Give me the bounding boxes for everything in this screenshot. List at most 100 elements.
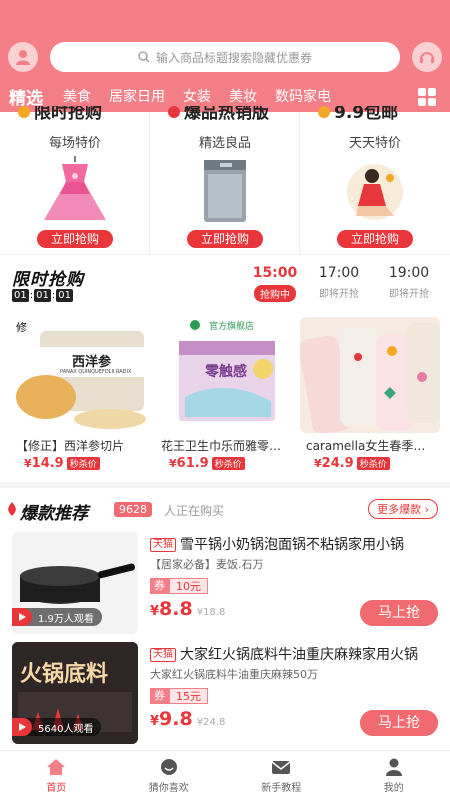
flash-product[interactable]: 修 西洋参 PANAX QUINQUEFOLII RADIX 【修正】西洋参切片… <box>10 317 150 471</box>
flash-price-badge: 秒杀价 <box>211 457 245 470</box>
currency: ¥ <box>24 457 32 470</box>
promo-title: 爆品热销版 <box>184 106 269 120</box>
product-price: 14.9 <box>31 456 64 471</box>
countdown-seconds: 01 <box>56 289 73 302</box>
product-price: 61.9 <box>176 456 209 471</box>
user-icon <box>16 50 30 65</box>
watch-count-badge: 1.9万人观看 <box>12 608 102 626</box>
coin-icon <box>318 106 330 118</box>
tab-guess-like[interactable]: 猜你喜欢 <box>113 751 226 800</box>
buyer-count-badge: 9628 <box>114 502 152 517</box>
slot-state: 抢购中 <box>254 285 296 302</box>
hot-title: 爆款推荐 <box>20 504 88 524</box>
fire-icon <box>168 106 180 118</box>
promo-section: 限时抢购 每场特价 立即抢购 爆品热销版 精选良品 立即抢购 9.9包邮 天天特… <box>0 106 450 254</box>
product-desc: 【居家必备】麦饭.石万 <box>150 558 264 571</box>
category-tab-home[interactable]: 居家日用 <box>109 86 165 106</box>
slot-time: 19:00 <box>388 265 430 281</box>
home-icon <box>47 758 66 775</box>
time-slot-active[interactable]: 15:00 抢购中 <box>243 265 307 302</box>
coupon-label: 券 <box>150 578 169 594</box>
search-input[interactable]: 输入商品标题搜索隐藏优惠券 <box>50 42 400 72</box>
tab-home[interactable]: 首页 <box>0 751 113 800</box>
coupon-badge: 券 10元 <box>150 578 208 594</box>
countdown-minutes: 01 <box>34 289 51 302</box>
coupon-value: 10元 <box>169 578 208 594</box>
product-image-sublabel: 官方旗舰店 <box>209 322 255 332</box>
more-hot-button[interactable]: 更多爆款 › <box>368 499 438 519</box>
time-slot[interactable]: 19:00 即将开抢 <box>377 265 441 300</box>
flash-price-badge: 秒杀价 <box>66 457 100 470</box>
product-title: 大家红火锅底料牛油重庆麻辣家用火锅 <box>180 647 418 663</box>
hot-header: 爆款推荐 9628 人正在购买 更多爆款 › <box>0 494 450 524</box>
product-price: 24.9 <box>321 456 354 471</box>
tab-label: 我的 <box>383 782 404 794</box>
hot-item[interactable]: 火锅底料 5640人观看 天猫 大家红火锅底料牛油重庆麻辣家用火锅 大家红火锅底料… <box>0 642 450 752</box>
slot-time: 17:00 <box>318 265 360 281</box>
product-image: 火锅底料 5640人观看 <box>12 642 138 744</box>
slot-state: 即将开抢 <box>319 289 359 300</box>
promo-buy-button[interactable]: 立即抢购 <box>337 230 413 248</box>
chevron-right-icon: › <box>424 503 429 516</box>
tab-label: 猜你喜欢 <box>148 782 189 794</box>
category-tab-food[interactable]: 美食 <box>63 86 91 106</box>
message-button[interactable] <box>412 42 442 72</box>
coupon-badge: 券 15元 <box>150 688 208 704</box>
currency: ¥ <box>150 604 160 619</box>
product-image: 1.9万人观看 <box>12 532 138 634</box>
time-slot[interactable]: 17:00 即将开抢 <box>307 265 371 300</box>
category-tab-women[interactable]: 女装 <box>183 86 211 106</box>
currency: ¥ <box>169 457 177 470</box>
coupon-value: 15元 <box>169 688 208 704</box>
promo-subtitle: 天天特价 <box>348 136 401 151</box>
flash-product[interactable]: 官方旗舰店 零触感 花王卫生巾乐而雅零触感 ¥ 61.9 秒杀价 <box>155 317 295 471</box>
promo-card-flash[interactable]: 限时抢购 每场特价 立即抢购 <box>0 106 150 254</box>
tab-tutorial[interactable]: 新手教程 <box>225 751 338 800</box>
hot-item[interactable]: 1.9万人观看 天猫 雪平锅小奶锅泡面锅不粘锅家用小锅 【居家必备】麦饭.石万 券… <box>0 532 450 642</box>
original-price: ¥24.8 <box>196 717 226 728</box>
smile-icon <box>160 758 177 775</box>
product-image-label: 零触感 <box>205 364 247 380</box>
category-tab-digital[interactable]: 数码家电 <box>275 86 331 106</box>
category-grid-icon[interactable] <box>418 88 436 106</box>
flash-product[interactable]: caramella女生春季袜子 ¥ 24.9 秒杀价 <box>300 317 440 471</box>
product-price: 9.8 <box>159 708 193 730</box>
product-title: 雪平锅小奶锅泡面锅不粘锅家用小锅 <box>180 537 404 553</box>
search-icon <box>138 51 150 63</box>
category-tab-featured[interactable]: 精选 <box>9 84 43 109</box>
watch-count-badge: 5640人观看 <box>12 718 102 736</box>
watch-count: 5640人观看 <box>38 723 94 735</box>
product-image-label: 火锅底料 <box>20 662 109 687</box>
buy-now-button[interactable]: 马上抢 <box>360 600 438 626</box>
product-image: 修 西洋参 PANAX QUINQUEFOLII RADIX <box>10 317 150 433</box>
product-image <box>300 317 440 433</box>
promo-title: 9.9包邮 <box>334 106 399 120</box>
product-image: 官方旗舰店 零触感 <box>155 317 295 433</box>
mail-icon <box>271 760 291 774</box>
countdown-hours: 01 <box>12 289 29 302</box>
flash-price-badge: 秒杀价 <box>356 457 390 470</box>
washing-machine-image <box>204 160 246 222</box>
currency: ¥ <box>150 714 160 729</box>
dress-image <box>44 156 106 220</box>
tab-mine[interactable]: 我的 <box>338 751 450 800</box>
tab-label: 新手教程 <box>261 782 302 794</box>
play-icon <box>12 608 32 626</box>
product-desc: 大家红火锅底料牛油重庆麻辣50万 <box>150 668 318 681</box>
promo-card-hot[interactable]: 爆品热销版 精选良品 立即抢购 <box>150 106 300 254</box>
coupon-label: 券 <box>150 688 169 704</box>
buy-now-button[interactable]: 马上抢 <box>360 710 438 736</box>
promo-buy-button[interactable]: 立即抢购 <box>187 230 263 248</box>
promo-buy-button[interactable]: 立即抢购 <box>37 230 113 248</box>
headset-icon <box>420 52 434 63</box>
category-tab-beauty[interactable]: 美妆 <box>229 86 257 106</box>
promo-title: 限时抢购 <box>34 106 102 120</box>
bottom-tab-bar: 首页 猜你喜欢 新手教程 我的 <box>0 750 450 800</box>
promo-card-99[interactable]: 9.9包邮 天天特价 立即抢购 <box>300 106 450 254</box>
product-price: 8.8 <box>159 598 193 620</box>
avatar[interactable] <box>8 42 38 72</box>
countdown-timer: 01: 01: 01 <box>12 289 73 302</box>
product-name: 【修正】西洋参切片 <box>16 439 125 453</box>
header: 输入商品标题搜索隐藏优惠券 精选 美食 居家日用 女装 美妆 数码家电 <box>0 0 450 112</box>
user-icon <box>385 758 402 776</box>
